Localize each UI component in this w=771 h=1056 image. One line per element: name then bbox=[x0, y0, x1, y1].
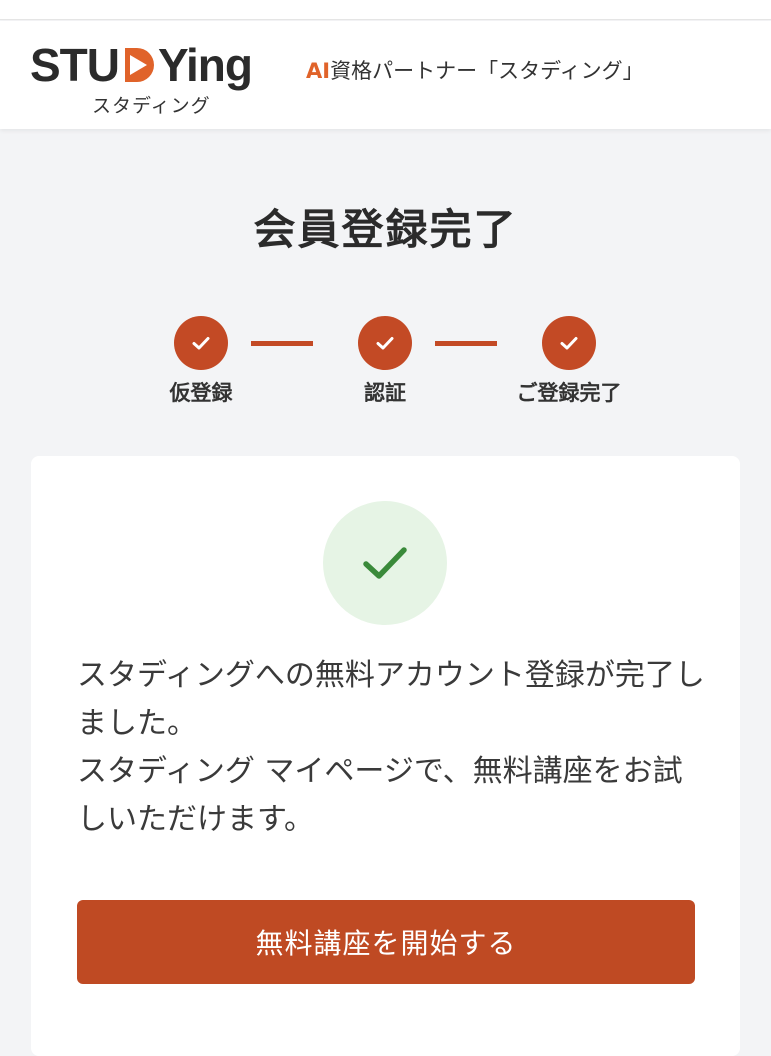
page-title: 会員登録完了 bbox=[253, 205, 518, 254]
step-3-check-icon bbox=[542, 316, 596, 370]
header-tagline: AI資格パートナー「スタディング」 bbox=[306, 55, 644, 85]
start-free-course-button[interactable]: 無料講座を開始する bbox=[77, 900, 695, 984]
play-icon bbox=[125, 48, 154, 82]
message-line: スタディングへの無料アカウント登録が完了しました。 bbox=[77, 658, 705, 741]
message-line: スタディング マイページで、無料講座をお試しいただけます。 bbox=[77, 754, 683, 837]
tagline-ai: AI bbox=[306, 59, 331, 83]
completion-message: スタディングへの無料アカウント登録が完了しました。 スタディング マイページで、… bbox=[77, 652, 707, 844]
logo-text-start: STU bbox=[30, 39, 120, 91]
logo-subtitle: スタディング bbox=[92, 95, 211, 117]
tagline-text: 資格パートナー「スタディング」 bbox=[330, 59, 644, 83]
step-1-label: 仮登録 bbox=[169, 381, 233, 405]
step-2-check-icon bbox=[358, 316, 412, 370]
step-1-check-icon bbox=[174, 316, 228, 370]
completion-card: スタディングへの無料アカウント登録が完了しました。 スタディング マイページで、… bbox=[31, 456, 740, 1056]
status-strip bbox=[0, 0, 771, 20]
step-connector bbox=[435, 341, 497, 346]
step-2-label: 認証 bbox=[364, 381, 406, 405]
logo-text-end: Ying bbox=[158, 39, 253, 91]
success-check-icon bbox=[323, 501, 447, 625]
site-header: STU Ying スタディング AI資格パートナー「スタディング」 bbox=[0, 21, 771, 129]
studying-logo[interactable]: STU Ying スタディング bbox=[30, 31, 270, 121]
logo-wordmark: STU Ying bbox=[30, 37, 253, 93]
step-connector bbox=[251, 341, 313, 346]
step-3-label: ご登録完了 bbox=[516, 381, 622, 405]
